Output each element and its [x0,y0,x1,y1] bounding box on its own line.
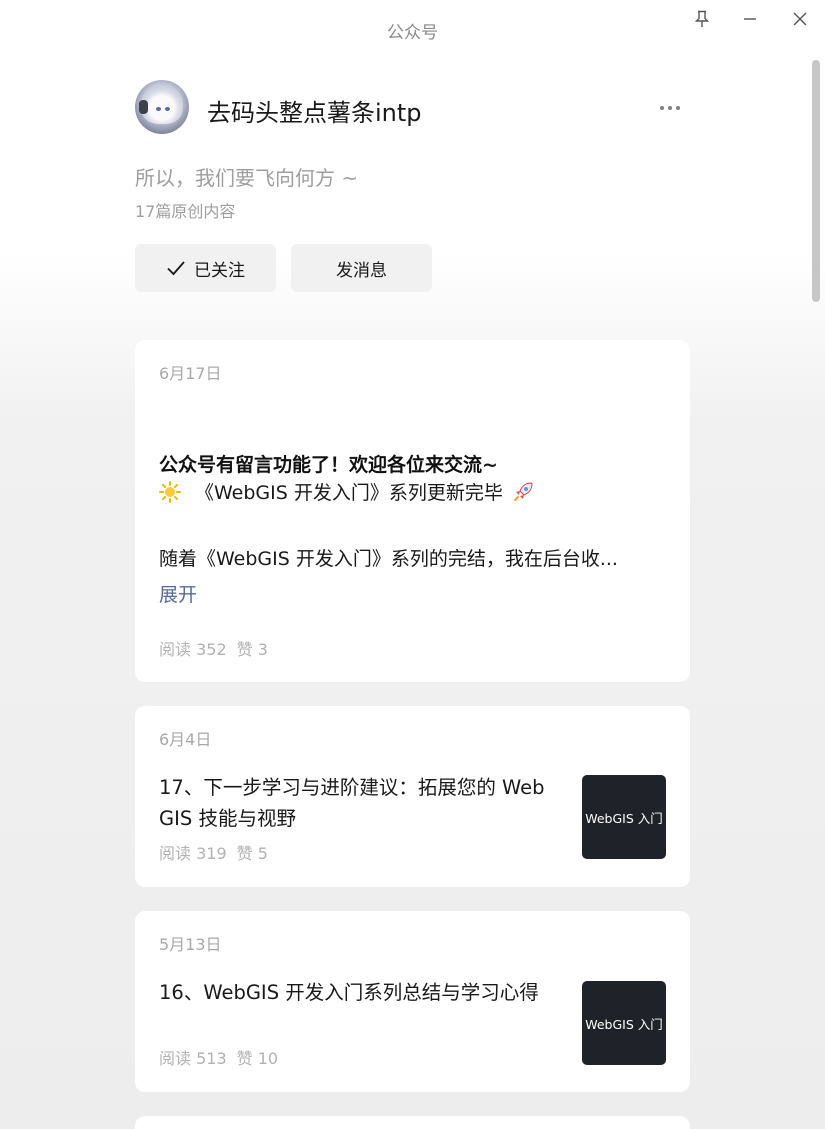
article-card[interactable]: 6月4日 17、下一步学习与进阶建议：拓展您的 WebGIS 技能与视野 阅读 … [135,706,690,887]
message-label: 发消息 [336,260,387,281]
scrollbar[interactable] [811,58,821,1126]
article-thumbnail[interactable]: WebGIS 入门 [582,981,666,1065]
read-count: 阅读 319 [159,844,227,863]
post-stats: 阅读 352 赞 3 [159,636,268,660]
article-card[interactable] [135,1116,690,1129]
check-icon [167,261,185,276]
article-date: 5月13日 [159,935,222,954]
more-icon[interactable] [655,96,685,120]
article-stats: 阅读 513 赞 10 [159,1045,278,1069]
original-count: 17篇原创内容 [135,202,236,221]
like-count: 赞 10 [236,1049,279,1068]
like-count: 赞 3 [236,640,268,659]
post-excerpt: 随着《WebGIS 开发入门》系列的完结，我在后台收... [159,548,618,570]
article-stats: 阅读 319 赞 5 [159,840,268,864]
title-bar: 公众号 [0,0,825,56]
post-series-text: 《WebGIS 开发入门》系列更新完毕 [195,482,503,504]
scrollbar-thumb[interactable] [812,60,820,302]
avatar[interactable] [135,80,189,134]
account-bio: 所以，我们要飞向何方 ~ [135,166,359,190]
post-headline: 公众号有留言功能了！欢迎各位来交流~ [159,454,498,476]
article-title[interactable]: 16、WebGIS 开发入门系列总结与学习心得 [159,977,559,1008]
pin-icon[interactable] [687,6,717,32]
article-thumbnail[interactable]: WebGIS 入门 [582,775,666,859]
close-icon[interactable] [785,6,815,32]
follow-label: 已关注 [194,260,245,281]
read-count: 阅读 352 [159,640,227,659]
sun-icon [159,480,181,503]
pinned-post-card[interactable]: 6月17日 公众号有留言功能了！欢迎各位来交流~ 《WebGIS 开发入门》系列… [135,340,690,682]
follow-button[interactable]: 已关注 [135,244,276,292]
like-count: 赞 5 [236,844,268,863]
article-card[interactable]: 5月13日 16、WebGIS 开发入门系列总结与学习心得 阅读 513 赞 10… [135,911,690,1092]
post-line: 《WebGIS 开发入门》系列更新完毕 [159,478,535,505]
rocket-icon [511,480,535,504]
account-name[interactable]: 去码头整点薯条intp [207,93,422,128]
article-title[interactable]: 17、下一步学习与进阶建议：拓展您的 WebGIS 技能与视野 [159,772,559,834]
read-count: 阅读 513 [159,1049,227,1068]
article-date: 6月4日 [159,730,212,749]
expand-link[interactable]: 展开 [159,580,197,607]
message-button[interactable]: 发消息 [291,244,432,292]
post-date: 6月17日 [159,364,222,383]
minimize-icon[interactable] [735,6,765,32]
